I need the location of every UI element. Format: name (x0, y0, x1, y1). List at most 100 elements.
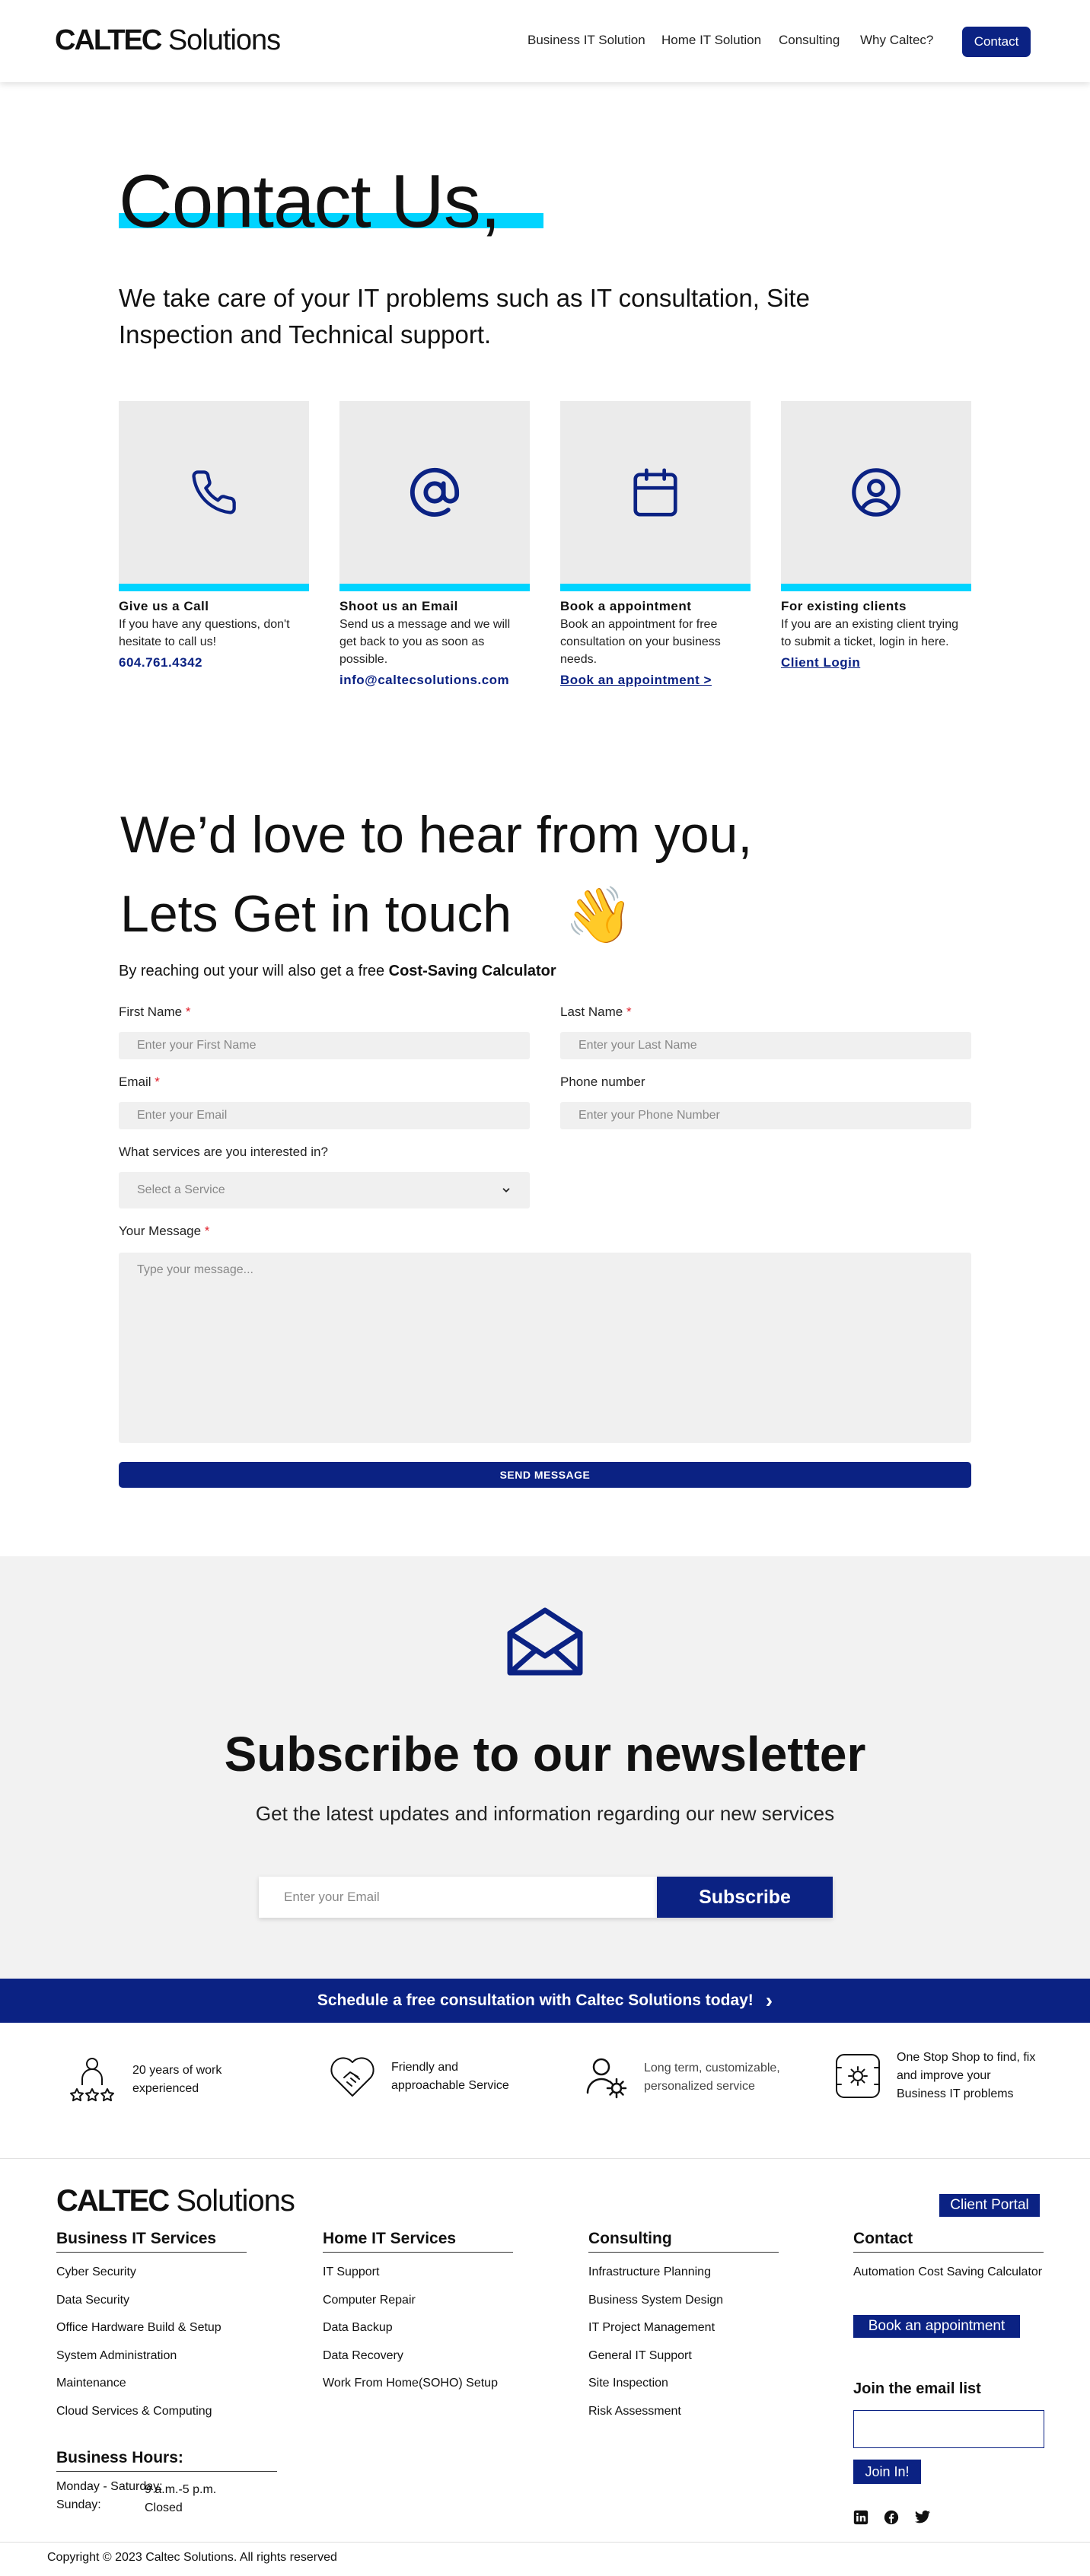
twitter-icon[interactable] (914, 2510, 931, 2525)
card-accent-line (560, 584, 751, 591)
client-portal-button[interactable]: Client Portal (939, 2194, 1040, 2217)
card-text: If you have any questions, don't hesitat… (119, 618, 290, 648)
footer-logo[interactable]: CALTEC Solutions (56, 2184, 295, 2218)
card-accent-line (781, 584, 971, 591)
lead-bold: Cost-Saving Calculator (388, 963, 556, 979)
card-text: Send us a message and we will get back t… (339, 618, 511, 666)
feature-line: personalized service (644, 2080, 755, 2093)
consultation-banner[interactable]: Schedule a free consultation with Caltec… (0, 1979, 1090, 2023)
subscribe-button[interactable]: Subscribe (657, 1877, 833, 1918)
footer-link[interactable]: Automation Cost Saving Calculator (853, 2259, 1044, 2287)
copyright-text: Copyright © 2023 Caltec Solutions. All r… (47, 2551, 337, 2564)
footer-link[interactable]: Site Inspection (588, 2370, 779, 2398)
feature-line: experienced (132, 2082, 199, 2095)
feature-text: Friendly and approachable Service (391, 2059, 509, 2095)
required-mark: * (155, 1075, 160, 1089)
email-link[interactable]: info@caltecsolutions.com (339, 673, 530, 688)
service-selected-value: Select a Service (137, 1183, 225, 1196)
footer-link[interactable]: Computer Repair (323, 2287, 513, 2315)
nav-business-it[interactable]: Business IT Solution (527, 33, 645, 48)
footer-column-title: Home IT Services (323, 2230, 513, 2253)
feature-line: Long term, customizable, (644, 2062, 780, 2074)
footer-link[interactable]: Office Hardware Build & Setup (56, 2314, 247, 2342)
feature-text: Long term, customizable, personalized ser… (644, 2059, 780, 2096)
feature-experience: 20 years of work experienced (67, 2055, 222, 2105)
card-title: Book a appointment (560, 599, 692, 613)
feature-line: and improve your (897, 2069, 991, 2082)
card-appointment-panel (560, 401, 751, 584)
copyright-divider (0, 2542, 1090, 2543)
join-in-button[interactable]: Join In! (853, 2460, 921, 2484)
card-call-panel (119, 401, 309, 584)
newsletter-title: Subscribe to our newsletter (224, 1727, 866, 1782)
client-login-link[interactable]: Client Login (781, 655, 971, 670)
card-clients-panel (781, 401, 971, 584)
card-text: If you are an existing client trying to … (781, 618, 959, 648)
message-textarea[interactable]: Type your message... (119, 1253, 971, 1443)
footer-link[interactable]: General IT Support (588, 2342, 779, 2371)
linkedin-icon[interactable] (853, 2510, 868, 2525)
footer-logo-rest: Solutions (168, 2184, 295, 2218)
footer-link[interactable]: Cloud Services & Computing (56, 2398, 247, 2426)
footer-logo-bold: CALTEC (56, 2184, 170, 2218)
feature-text: 20 years of work experienced (132, 2062, 222, 2098)
card-title: For existing clients (781, 599, 907, 613)
email-input[interactable]: Enter your Email (119, 1102, 530, 1129)
footer-column-title: Business IT Services (56, 2230, 247, 2253)
card-email-panel (339, 401, 530, 584)
award-person-icon (70, 2058, 114, 2102)
join-email-input[interactable] (853, 2410, 1044, 2448)
join-email-title: Join the email list (853, 2380, 981, 2397)
footer-link[interactable]: IT Project Management (588, 2314, 779, 2342)
send-message-button[interactable]: SEND MESSAGE (119, 1462, 971, 1488)
footer-link[interactable]: IT Support (323, 2259, 513, 2287)
footer-link[interactable]: Infrastructure Planning (588, 2259, 779, 2287)
form-heading-1: We’d love to hear from you, (120, 806, 753, 864)
feature-friendly: Friendly and approachable Service (329, 2055, 509, 2099)
phone-link[interactable]: 604.761.4342 (119, 655, 309, 670)
footer-link[interactable]: System Administration (56, 2342, 247, 2371)
footer-link[interactable]: Cyber Security (56, 2259, 247, 2287)
newsletter-email-input[interactable]: Enter your Email (259, 1877, 657, 1918)
nav-consulting[interactable]: Consulting (779, 33, 840, 48)
logo-bold-text: CALTEC (55, 24, 162, 56)
card-clients: For existing clients If you are an exist… (781, 401, 971, 670)
card-title: Shoot us an Email (339, 599, 458, 613)
last-name-label-text: Last Name (560, 1005, 623, 1019)
hours-time: 9 a.m.-5 p.m. (145, 2483, 217, 2496)
footer-link[interactable]: Maintenance (56, 2370, 247, 2398)
contact-button[interactable]: Contact (962, 27, 1031, 57)
email-label-text: Email (119, 1075, 151, 1089)
footer-link[interactable]: Data Backup (323, 2314, 513, 2342)
card-accent-line (119, 584, 309, 591)
facebook-icon[interactable] (884, 2510, 899, 2525)
feature-text: One Stop Shop to find, fix and improve yo… (897, 2049, 1035, 2103)
footer-link[interactable]: Data Recovery (323, 2342, 513, 2371)
phone-input[interactable]: Enter your Phone Number (560, 1102, 971, 1129)
footer-consulting-column: Consulting Infrastructure Planning Busin… (588, 2230, 779, 2425)
service-label: What services are you interested in? (119, 1145, 328, 1159)
logo[interactable]: CALTEC Solutions (55, 24, 281, 57)
first-name-input[interactable]: Enter your First Name (119, 1032, 530, 1059)
nav-why-caltec[interactable]: Why Caltec? (860, 33, 933, 48)
card-email: Shoot us an Email Send us a message and … (339, 401, 530, 688)
last-name-label: Last Name * (560, 1005, 632, 1020)
footer-link[interactable]: Work From Home(SOHO) Setup (323, 2370, 513, 2398)
logo-rest-text: Solutions (161, 24, 281, 56)
footer-book-appointment-button[interactable]: Book an appointment (853, 2315, 1020, 2338)
hours-time: Closed (145, 2501, 183, 2514)
book-appointment-link[interactable]: Book an appointment > (560, 673, 751, 688)
site-header: CALTEC Solutions Business IT Solution Ho… (0, 0, 1090, 82)
calendar-icon (633, 468, 677, 517)
last-name-input[interactable]: Enter your Last Name (560, 1032, 971, 1059)
required-mark: * (626, 1005, 632, 1019)
footer-home-column: Home IT Services IT Support Computer Rep… (323, 2230, 513, 2398)
form-heading-2: Lets Get in touch (120, 885, 512, 943)
business-hours-title: Business Hours: (56, 2449, 277, 2472)
footer-link[interactable]: Data Security (56, 2287, 247, 2315)
nav-home-it[interactable]: Home IT Solution (661, 33, 761, 48)
service-select[interactable]: Select a Service (119, 1172, 530, 1208)
required-mark: * (204, 1224, 210, 1238)
footer-link[interactable]: Risk Assessment (588, 2398, 779, 2426)
footer-link[interactable]: Business System Design (588, 2287, 779, 2315)
